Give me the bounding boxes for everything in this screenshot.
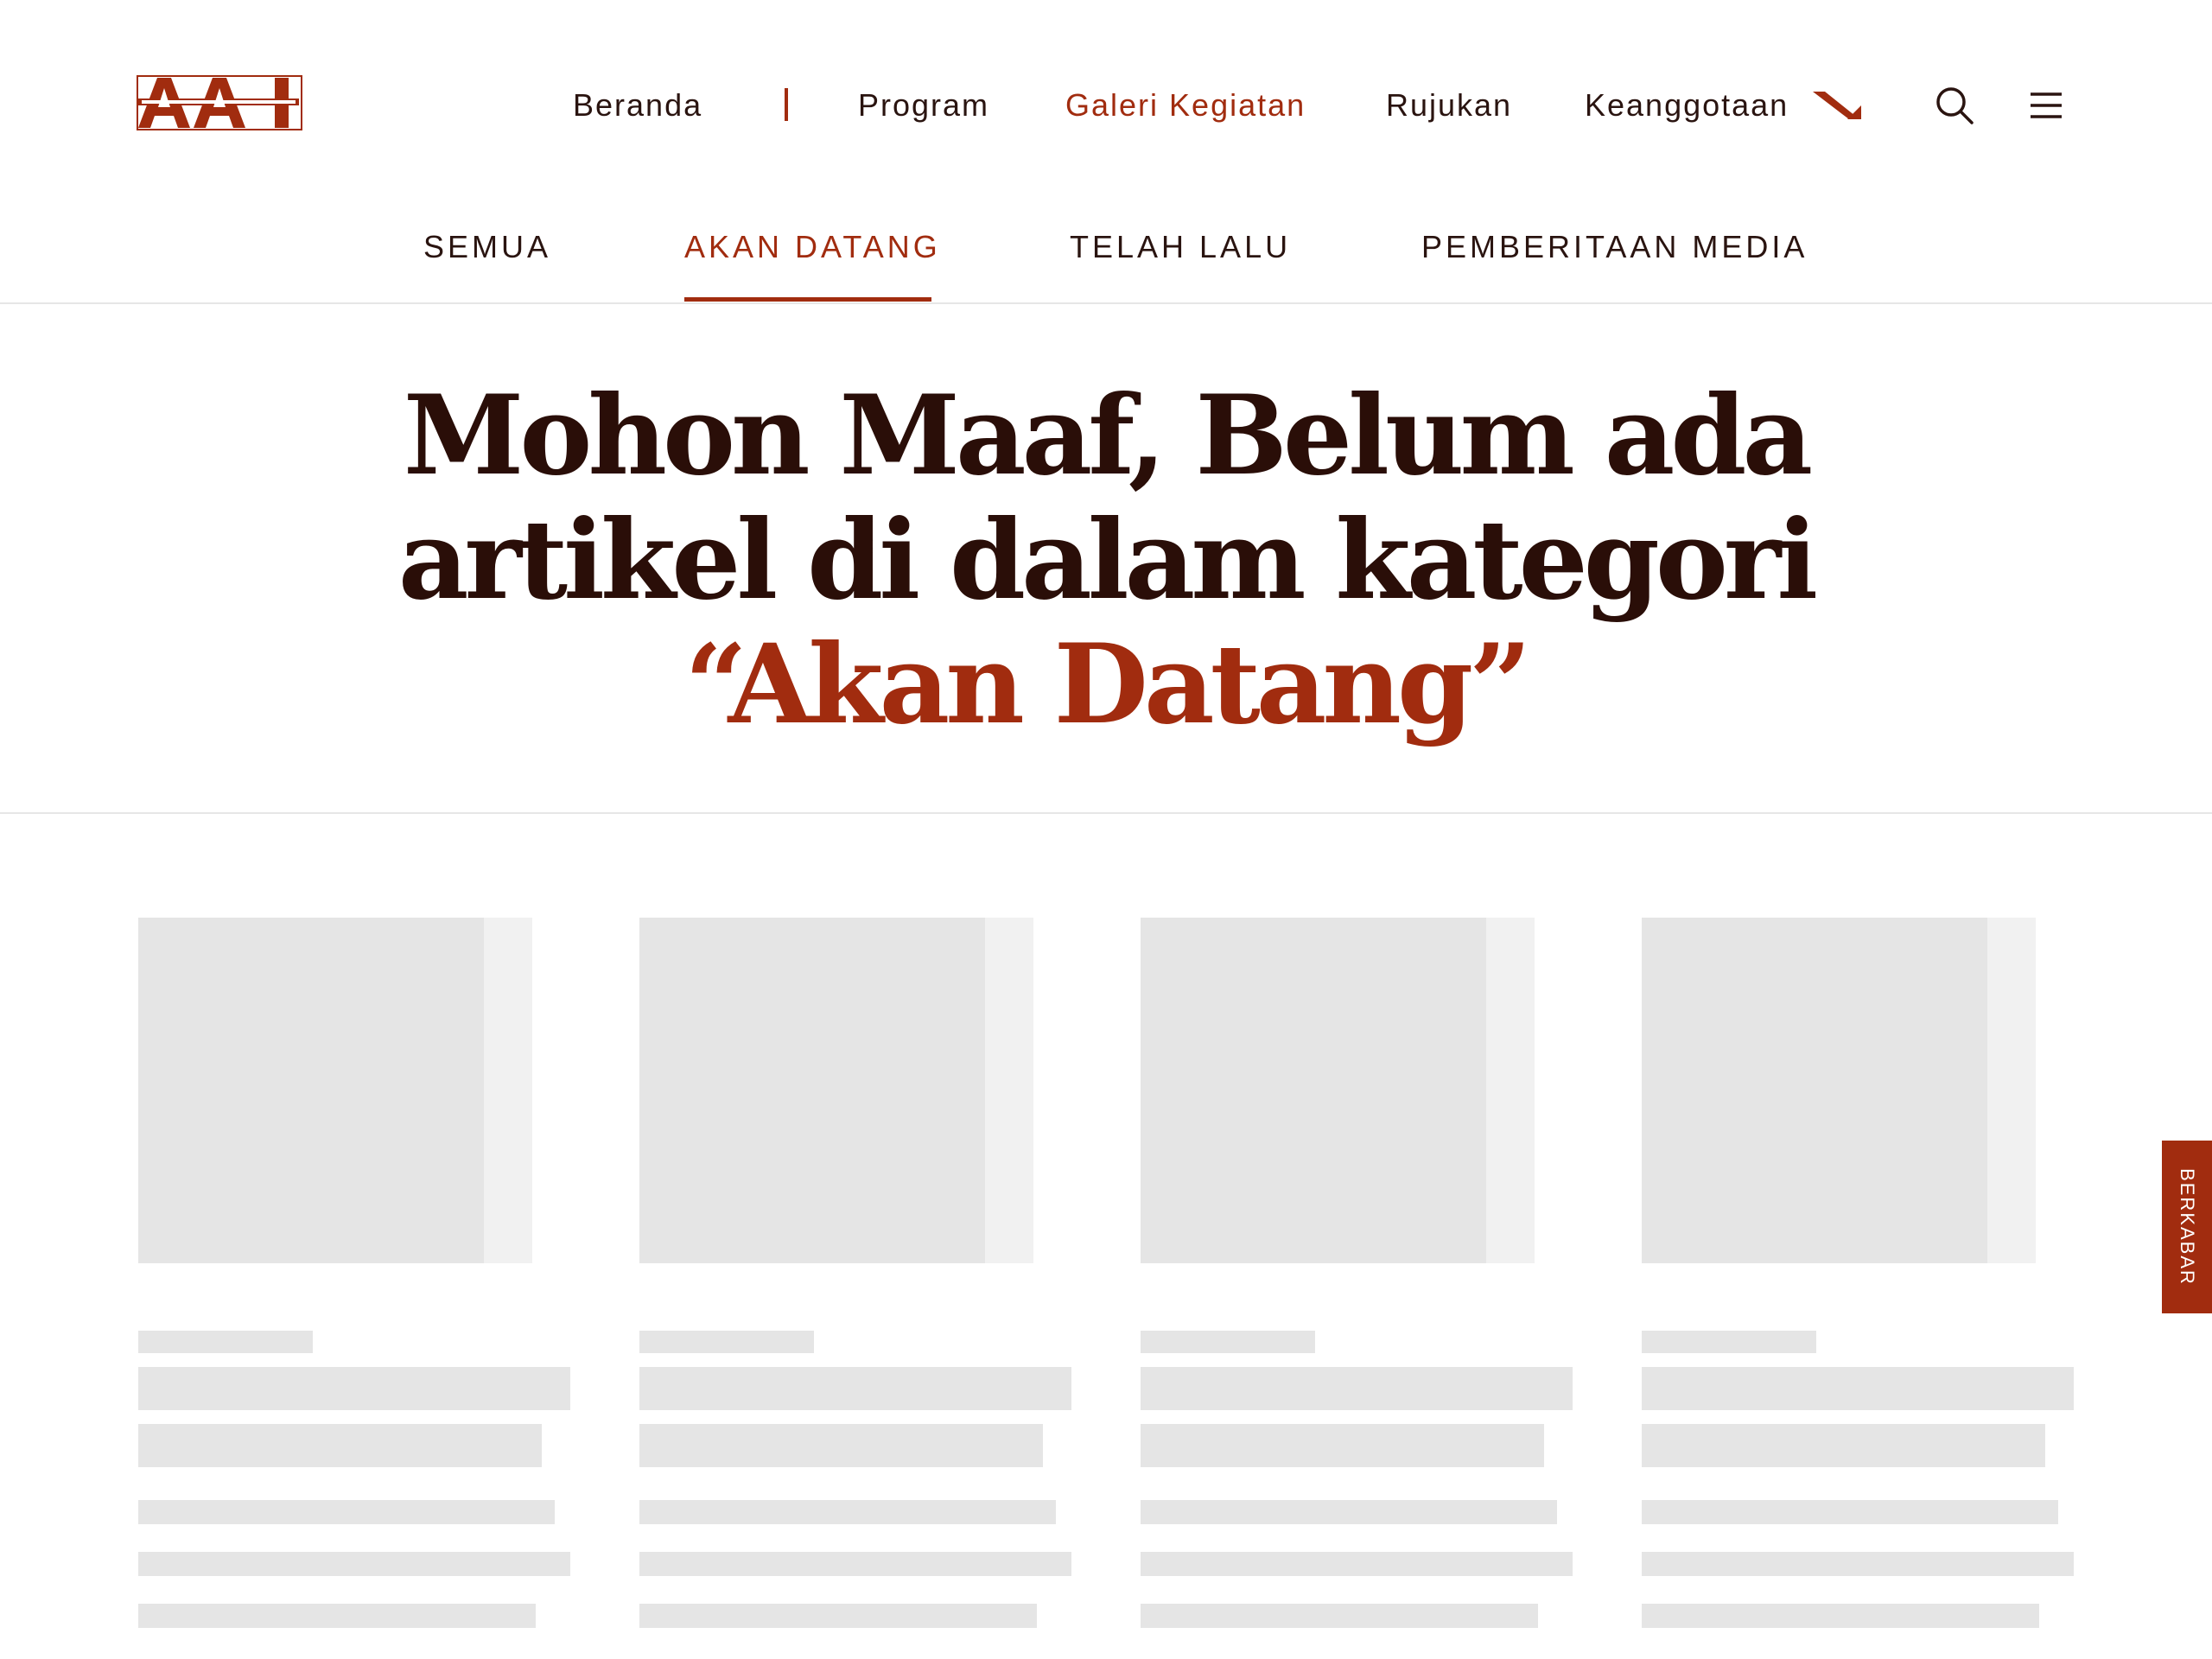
skeleton-card [138,918,570,1635]
skeleton-title [1141,1424,1544,1467]
skeleton-title [639,1424,1043,1467]
skeleton-meta [1141,1331,1315,1353]
skeleton-text [1642,1604,2039,1628]
nav-item-program[interactable]: Program [858,81,989,130]
site-header: Beranda Program Galeri Kegiatan Rujukan … [0,0,2212,173]
nav-item-beranda[interactable]: Beranda [573,81,702,130]
menu-icon[interactable] [2024,83,2069,128]
tab-akan-datang[interactable]: AKAN DATANG [684,226,941,268]
skeleton-title [1642,1367,2074,1410]
divider-bar-icon [785,88,788,121]
skeleton-title [639,1367,1071,1410]
skeleton-card [639,918,1071,1635]
main-nav: Beranda Program Galeri Kegiatan Rujukan … [0,81,2212,130]
nav-item-keanggotaan[interactable]: Keanggotaan [1585,81,1789,130]
skeleton-image [138,918,484,1263]
skeleton-meta [138,1331,313,1353]
skeleton-text [639,1552,1071,1576]
empty-state-title: Mohon Maaf, Belum ada artikel di dalam k… [328,373,1884,747]
skeleton-card [1141,918,1573,1635]
empty-state-line-1: Mohon Maaf, Belum ada [403,372,1813,499]
nav-item-rujukan[interactable]: Rujukan [1386,81,1512,130]
skeleton-text [1642,1500,2058,1524]
skeleton-title [138,1367,570,1410]
skeleton-text [639,1604,1037,1628]
skeleton-text [138,1552,570,1576]
skeleton-text [1642,1552,2074,1576]
skeleton-text [1141,1500,1557,1524]
skeleton-title [1141,1367,1573,1410]
skeleton-image [639,918,985,1263]
skeleton-title [1642,1424,2045,1467]
berkabar-side-tab[interactable]: BERKABAR [2162,1141,2212,1313]
diagonal-arrow-icon[interactable] [1813,88,1861,121]
tab-semua[interactable]: SEMUA [423,226,551,268]
tab-pemberitaan-media[interactable]: PEMBERITAAN MEDIA [1421,226,1808,268]
skeleton-meta [1642,1331,1816,1353]
category-tabs: SEMUA AKAN DATANG TELAH LALU PEMBERITAAN… [0,218,2212,304]
skeleton-text [138,1500,555,1524]
empty-state-line-2: artikel di dalam kategori [397,496,1818,624]
active-tab-indicator [684,297,931,302]
skeleton-title [138,1424,542,1467]
skeleton-image [1642,918,1987,1263]
skeleton-meta [639,1331,814,1353]
skeleton-text [1141,1552,1573,1576]
skeleton-text [1141,1604,1538,1628]
skeleton-text [138,1604,536,1628]
empty-state-category: “Akan Datang” [684,620,1531,748]
skeleton-text [639,1500,1056,1524]
empty-state: Mohon Maaf, Belum ada artikel di dalam k… [0,304,2212,814]
search-icon[interactable] [1932,83,1977,128]
tab-telah-lalu[interactable]: TELAH LALU [1070,226,1291,268]
skeleton-card [1642,918,2074,1635]
skeleton-image [1141,918,1486,1263]
berkabar-side-tab-label: BERKABAR [2177,1168,2198,1286]
nav-item-galeri-kegiatan[interactable]: Galeri Kegiatan [1065,81,1306,130]
